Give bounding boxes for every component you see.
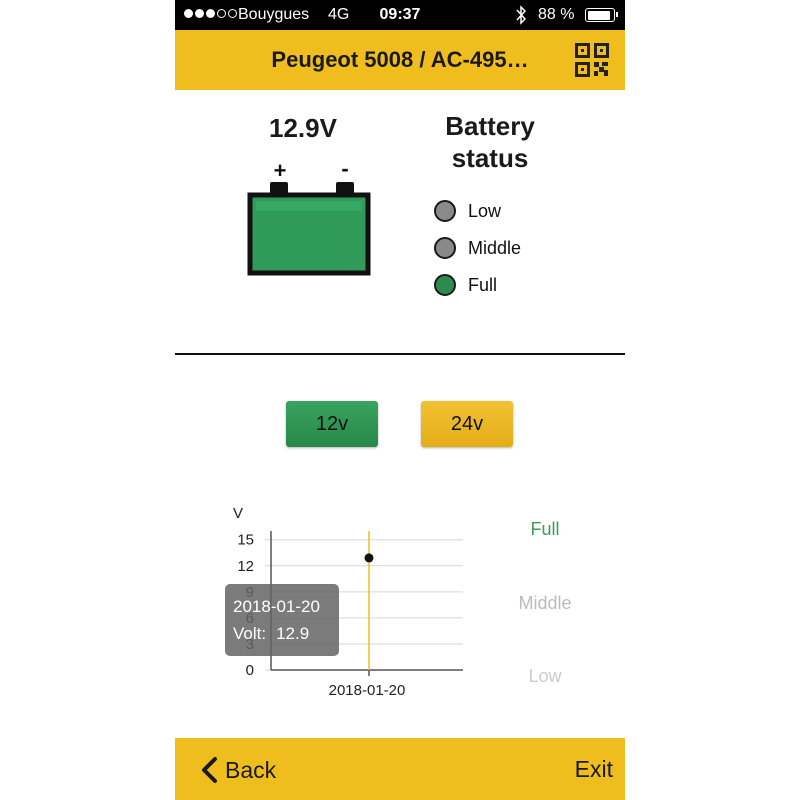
level-low-label: Low: [468, 200, 502, 221]
bottom-bar: Back Exit: [175, 738, 625, 800]
tooltip-label: Volt:: [233, 624, 267, 643]
battery-icon: [585, 8, 618, 22]
chart-level-middle: Middle: [518, 593, 572, 613]
level-low-indicator: [434, 200, 456, 222]
minus-terminal-label: -: [341, 158, 348, 181]
level-low: Low: [434, 200, 501, 222]
24v-button[interactable]: 24v: [421, 401, 513, 447]
level-full: Full: [434, 274, 497, 296]
phone-screen: Bouygues 4G 09:37 88 % Peugeot 5008 / AC…: [175, 0, 625, 800]
12v-button[interactable]: 12v: [286, 401, 378, 447]
y-axis-label: V: [233, 505, 243, 522]
tooltip-date: 2018-01-20: [233, 597, 320, 616]
y-tick-label: 15: [237, 532, 254, 549]
status-bar: Bouygues 4G 09:37 88 %: [175, 0, 625, 30]
exit-button[interactable]: Exit: [575, 756, 613, 783]
level-full-label: Full: [468, 274, 498, 295]
chart-level-low: Low: [528, 666, 562, 686]
battery-icon-large: + -: [247, 158, 371, 276]
battery-percent: 88 %: [538, 6, 575, 23]
battery-status-title: Battery status: [445, 111, 535, 173]
y-tick-label: 12: [237, 558, 254, 575]
section-divider: [175, 353, 625, 355]
battery-voltage: 12.9V: [269, 113, 337, 143]
tooltip-value: 12.9: [276, 624, 310, 643]
level-full-indicator: [434, 274, 456, 296]
back-label: Back: [225, 756, 277, 783]
level-middle-label: Middle: [468, 237, 522, 258]
plus-terminal-label: +: [274, 158, 287, 183]
chart-level-full: Full: [530, 519, 560, 539]
level-middle-indicator: [434, 237, 456, 259]
back-button[interactable]: Back: [199, 754, 276, 786]
qr-code-icon[interactable]: [575, 43, 609, 77]
data-point: [364, 553, 374, 563]
bluetooth-icon: [516, 5, 527, 25]
chart-tooltip: 2018-01-20 Volt: 12.9: [225, 584, 339, 656]
top-bar: Peugeot 5008 / AC-495…: [175, 30, 625, 90]
x-tick-label: 2018-01-20: [329, 682, 406, 699]
tooltip-value-row: Volt: 12.9: [233, 624, 309, 644]
chevron-left-icon: [202, 757, 217, 783]
level-middle: Middle: [434, 237, 521, 259]
y-tick-label: 0: [246, 662, 254, 679]
page-title: Peugeot 5008 / AC-495…: [271, 47, 529, 72]
